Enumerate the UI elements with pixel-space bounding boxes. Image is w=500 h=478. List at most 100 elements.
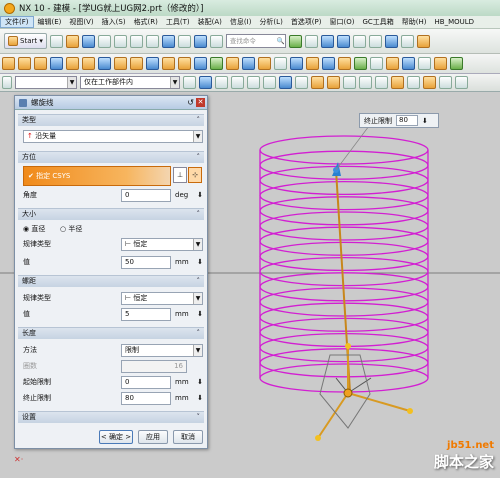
method-dropdown[interactable]: 限制 ▼ bbox=[121, 344, 203, 357]
quadrant-icon[interactable] bbox=[375, 76, 388, 89]
render-icon[interactable] bbox=[336, 34, 350, 48]
line-snap-icon[interactable] bbox=[327, 76, 340, 89]
analysis-icon[interactable] bbox=[450, 57, 463, 70]
csys-z-handle[interactable] bbox=[345, 343, 351, 349]
menu-item[interactable]: 视图(V) bbox=[65, 17, 97, 27]
menu-item[interactable]: 首选项(P) bbox=[287, 17, 326, 27]
existing-point-icon[interactable] bbox=[407, 76, 420, 89]
unite-icon[interactable] bbox=[114, 57, 127, 70]
menu-icon[interactable] bbox=[2, 76, 12, 89]
start-limit-input[interactable]: 0 bbox=[121, 376, 171, 389]
mirror-icon[interactable] bbox=[226, 57, 239, 70]
start-button[interactable]: Start ▾ bbox=[4, 33, 47, 49]
deselect-icon[interactable] bbox=[215, 76, 228, 89]
pitch-law-dropdown[interactable]: ⊢ 恒定 ▼ bbox=[121, 292, 203, 305]
snap-point-icon[interactable] bbox=[279, 76, 292, 89]
new-icon[interactable] bbox=[49, 34, 63, 48]
end-limit-input[interactable]: 80 bbox=[121, 392, 171, 405]
delete-icon[interactable] bbox=[145, 34, 159, 48]
sketch-icon[interactable] bbox=[2, 57, 15, 70]
section-size[interactable]: 大小 ˄ bbox=[18, 208, 204, 220]
datum-axis-icon[interactable] bbox=[290, 57, 303, 70]
curve-snap-icon[interactable] bbox=[343, 76, 356, 89]
thread-icon[interactable] bbox=[322, 57, 335, 70]
csys-selector-icon[interactable]: ⊹ bbox=[188, 167, 202, 183]
diameter-radio[interactable]: ◉ 直径 bbox=[23, 223, 45, 235]
offset-icon[interactable] bbox=[258, 57, 271, 70]
spin-down-icon[interactable]: ⬇ bbox=[196, 189, 204, 202]
reset-icon[interactable]: ↺ bbox=[187, 98, 194, 107]
menu-item[interactable]: HB_MOULD bbox=[431, 18, 479, 26]
spin-down-icon[interactable]: ⬇ bbox=[196, 376, 204, 389]
center-snap-icon[interactable] bbox=[359, 76, 372, 89]
extrude-icon[interactable] bbox=[18, 57, 31, 70]
sew-icon[interactable] bbox=[418, 57, 431, 70]
boss-icon[interactable] bbox=[66, 57, 79, 70]
menu-item[interactable]: 窗口(O) bbox=[326, 17, 359, 27]
shading-icon[interactable] bbox=[320, 34, 334, 48]
fit-icon[interactable] bbox=[352, 34, 366, 48]
revolve-icon[interactable] bbox=[34, 57, 47, 70]
menu-item[interactable]: 插入(S) bbox=[98, 17, 130, 27]
paste-icon[interactable] bbox=[129, 34, 143, 48]
lasso-icon[interactable] bbox=[263, 76, 276, 89]
spin-down-icon[interactable]: ⬇ bbox=[196, 308, 204, 321]
datum-plane-icon[interactable] bbox=[274, 57, 287, 70]
box-select-icon[interactable] bbox=[247, 76, 260, 89]
intersect-icon[interactable] bbox=[146, 57, 159, 70]
midpoint-icon[interactable] bbox=[311, 76, 324, 89]
copy-icon[interactable] bbox=[113, 34, 127, 48]
cancel-button[interactable]: 取消 bbox=[173, 430, 203, 444]
pitch-value-input[interactable]: 5 bbox=[121, 308, 171, 321]
point-on-curve-icon[interactable] bbox=[455, 76, 468, 89]
hud-value-input[interactable]: 80 bbox=[396, 115, 418, 126]
intersection-icon[interactable] bbox=[391, 76, 404, 89]
select-mode-icon[interactable] bbox=[231, 76, 244, 89]
pocket-icon[interactable] bbox=[98, 57, 111, 70]
csys-origin-handle[interactable] bbox=[343, 388, 353, 398]
menu-item[interactable]: 编辑(E) bbox=[34, 17, 66, 27]
csys-y-handle[interactable] bbox=[407, 408, 413, 414]
snap-icon[interactable] bbox=[288, 34, 302, 48]
csys-x-handle[interactable] bbox=[315, 435, 321, 441]
section-pitch[interactable]: 螺距 ˄ bbox=[18, 275, 204, 287]
pad-icon[interactable] bbox=[82, 57, 95, 70]
menu-item[interactable]: GC工具箱 bbox=[358, 17, 397, 27]
line-icon[interactable] bbox=[370, 57, 383, 70]
hole-icon[interactable] bbox=[50, 57, 63, 70]
chamfer-icon[interactable] bbox=[178, 57, 191, 70]
spin-down-icon[interactable]: ⬇ bbox=[196, 256, 204, 269]
sweep-icon[interactable] bbox=[338, 57, 351, 70]
csys-dialog-icon[interactable]: ⊥ bbox=[173, 167, 187, 183]
specify-csys-button[interactable]: ✔ 指定 CSYS bbox=[23, 166, 171, 186]
trim-body-icon[interactable] bbox=[242, 57, 255, 70]
menu-item[interactable]: 帮助(H) bbox=[398, 17, 431, 27]
type-filter-dropdown[interactable]: ▼ bbox=[15, 76, 77, 89]
section-settings[interactable]: 设置 ˅ bbox=[18, 411, 204, 423]
surface-icon[interactable] bbox=[402, 57, 415, 70]
orient-icon[interactable] bbox=[384, 34, 398, 48]
pattern-icon[interactable] bbox=[210, 57, 223, 70]
menu-item[interactable]: 工具(T) bbox=[162, 17, 194, 27]
view-icon[interactable] bbox=[193, 34, 207, 48]
window-icon[interactable] bbox=[400, 34, 414, 48]
end-limit-hud[interactable]: 终止限制 80 ⬇ bbox=[359, 113, 439, 128]
undo-icon[interactable] bbox=[161, 34, 175, 48]
curve-icon[interactable] bbox=[354, 57, 367, 70]
layer-icon[interactable] bbox=[209, 34, 223, 48]
face-snap-icon[interactable] bbox=[423, 76, 436, 89]
type-dropdown[interactable]: ↑ 沿矢量 ▼ bbox=[23, 130, 203, 143]
spin-down-icon[interactable]: ⬇ bbox=[196, 392, 204, 405]
grid-icon[interactable] bbox=[368, 34, 382, 48]
section-length[interactable]: 长度 ˄ bbox=[18, 327, 204, 339]
part-icon[interactable] bbox=[416, 34, 430, 48]
spin-down-icon[interactable]: ⬇ bbox=[422, 117, 428, 125]
arc-icon[interactable] bbox=[386, 57, 399, 70]
ok-button[interactable]: < 确定 > bbox=[99, 430, 133, 444]
draft-icon[interactable] bbox=[306, 57, 319, 70]
measure-icon[interactable] bbox=[434, 57, 447, 70]
radius-radio[interactable]: ○ 半径 bbox=[60, 223, 82, 235]
blend-icon[interactable] bbox=[162, 57, 175, 70]
section-type[interactable]: 类型 ˄ bbox=[18, 114, 204, 126]
apply-button[interactable]: 应用 bbox=[138, 430, 168, 444]
